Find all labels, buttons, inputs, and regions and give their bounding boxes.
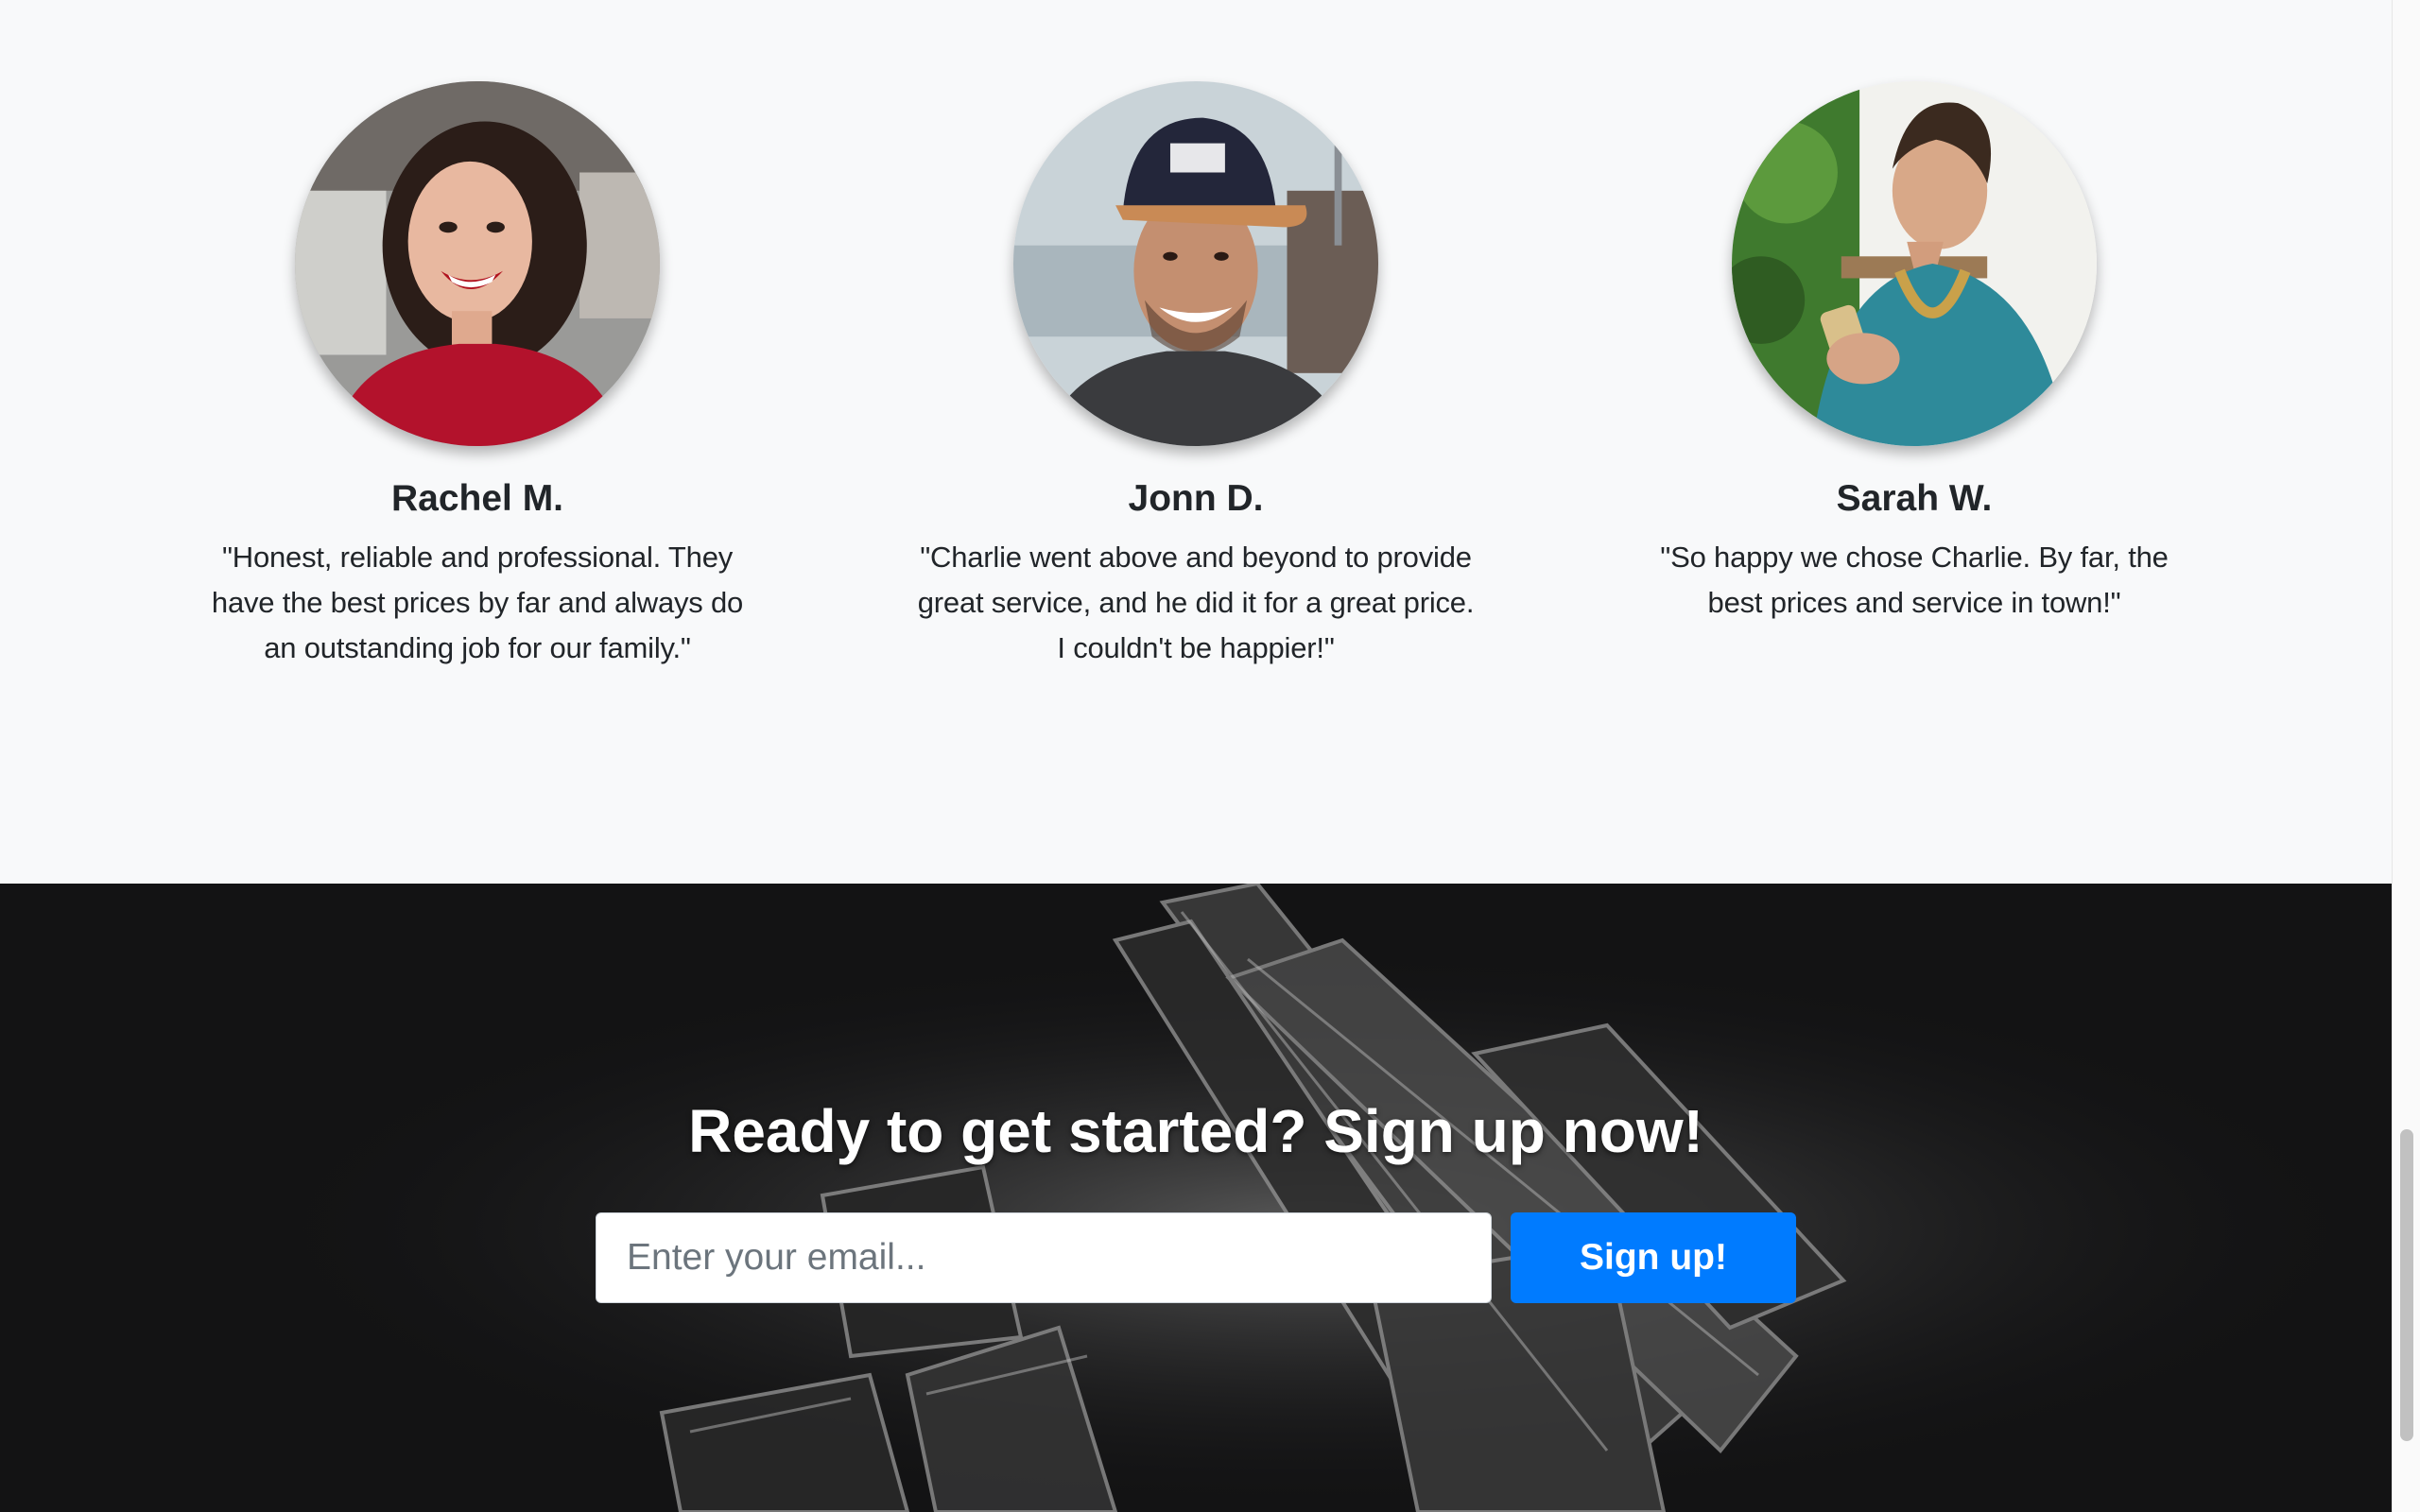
sign-up-button[interactable]: Sign up!	[1511, 1212, 1796, 1303]
testimonial-name: Jonn D.	[1128, 478, 1264, 519]
scrollbar-thumb[interactable]	[2400, 1129, 2413, 1441]
avatar	[295, 81, 660, 446]
avatar	[1013, 81, 1378, 446]
keys-background-image	[0, 884, 2392, 1512]
testimonial-name: Sarah W.	[1836, 478, 1993, 519]
testimonial-name: Rachel M.	[390, 478, 564, 519]
avatar	[1732, 81, 2097, 446]
testimonial-quote: "Charlie went above and beyond to provid…	[917, 541, 1475, 664]
testimonial-quote: "So happy we chose Charlie. By far, the …	[1660, 541, 2169, 619]
testimonial-quote: "Honest, reliable and professional. They…	[211, 541, 744, 664]
vertical-scrollbar[interactable]	[2392, 0, 2420, 1512]
call-to-action-section: Ready to get started? Sign up now! Sign …	[0, 884, 2392, 1512]
page: Rachel M. "Honest, reliable and professi…	[0, 0, 2392, 1512]
testimonials-section: Rachel M. "Honest, reliable and professi…	[0, 0, 2392, 884]
cta-heading: Ready to get started? Sign up now!	[688, 1097, 1703, 1165]
email-field[interactable]	[596, 1212, 1492, 1303]
